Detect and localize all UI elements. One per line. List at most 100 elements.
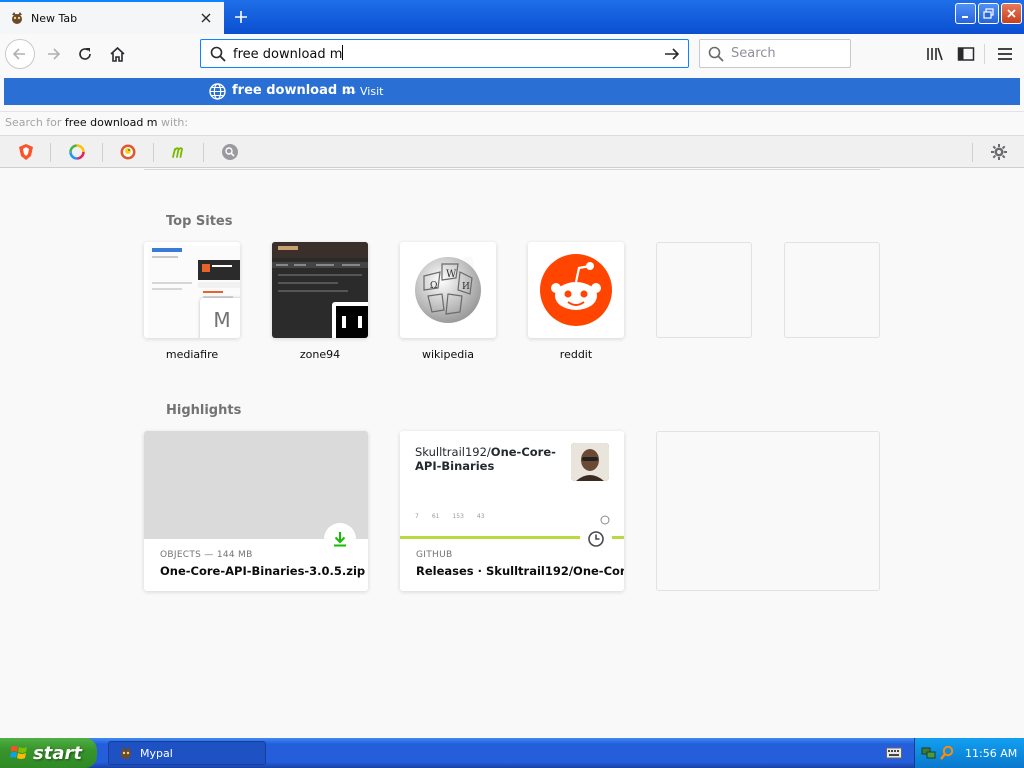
tab-title: New Tab: [31, 11, 78, 25]
reload-button[interactable]: [70, 39, 100, 69]
gear-icon: [991, 144, 1007, 160]
restore-button[interactable]: [978, 3, 999, 24]
one-off-search-header: Search for free download m with:: [0, 111, 1024, 135]
engine-separator: [203, 143, 204, 162]
search-icon: [708, 46, 724, 62]
mypal-favicon-icon: [12, 12, 22, 24]
search-engine-button[interactable]: [219, 141, 241, 163]
svg-text:W: W: [446, 269, 457, 280]
search-for-prefix: Search for: [5, 116, 62, 129]
home-button[interactable]: [102, 39, 132, 69]
go-arrow-icon[interactable]: [661, 43, 683, 65]
download-icon: [324, 523, 356, 555]
taskbar-item-label: Mypal: [140, 746, 173, 760]
windows-taskbar: start Mypal 11:56 AM: [0, 738, 1024, 768]
highlights-heading: Highlights: [166, 403, 242, 418]
suggestion-title: free download m: [232, 83, 356, 98]
highlight-card-github[interactable]: Skulltrail192/One-Core-API-Binaries 7 61…: [400, 431, 624, 591]
svg-text:И: И: [462, 282, 470, 292]
hamburger-menu-icon: [998, 48, 1012, 60]
stat-contributors: 7: [415, 513, 419, 520]
top-site-thumbnail[interactable]: M: [144, 242, 240, 338]
wikipedia-globe-icon: W Ω И: [415, 256, 481, 323]
library-button[interactable]: [922, 41, 948, 67]
url-input[interactable]: free download m: [233, 45, 661, 62]
top-site-thumbnail[interactable]: [528, 242, 624, 338]
tab-new-tab[interactable]: New Tab: [0, 0, 224, 34]
home-icon: [109, 46, 125, 62]
search-bar[interactable]: [699, 39, 851, 68]
globe-icon: [209, 83, 226, 100]
highlight-empty-slot: [656, 431, 880, 591]
qwant-icon: [69, 144, 85, 160]
new-tab-button[interactable]: [228, 4, 254, 30]
taskbar-item-mypal[interactable]: Mypal: [108, 741, 266, 765]
highlight-context: GITHUB: [416, 550, 453, 560]
stat-stars: 153: [452, 513, 464, 520]
start-button[interactable]: start: [0, 738, 97, 768]
navigation-toolbar: free download m: [0, 34, 1024, 74]
mediafire-letter-badge: M: [200, 298, 240, 338]
top-site-thumbnail[interactable]: [272, 242, 368, 338]
engine-separator: [50, 143, 51, 162]
sidebar-toggle-button[interactable]: [953, 41, 979, 67]
magnifier-circle-icon: [222, 144, 238, 160]
zone94-favicon-badge: [332, 302, 368, 338]
stat-forks: 43: [476, 513, 485, 520]
duckduckgo-icon: [120, 144, 136, 160]
top-site-mediafire[interactable]: M mediafire: [144, 242, 240, 361]
url-bar[interactable]: free download m: [200, 39, 689, 68]
close-window-button[interactable]: [1001, 3, 1022, 24]
url-input-value: free download m: [233, 47, 343, 62]
top-site-label: zone94: [299, 348, 341, 361]
new-tab-page: Top Sites M mediafire zone94 W Ω И wikip…: [0, 169, 1024, 738]
network-icon[interactable]: [921, 745, 937, 761]
top-site-empty-slot: [784, 242, 880, 338]
brave-engine-button[interactable]: [15, 141, 37, 163]
search-icon: [210, 46, 226, 62]
title-bar: New Tab: [0, 0, 1024, 34]
library-icon: [927, 47, 943, 61]
empty-tile: [656, 242, 752, 338]
repo-owner: Skulltrail192/: [415, 445, 491, 459]
windows-flag-icon: [10, 746, 27, 759]
one-off-search-engines: [0, 135, 1024, 168]
url-suggestion-row[interactable]: free download m — Visit: [4, 78, 1020, 105]
back-button[interactable]: [5, 39, 35, 69]
mypal-app-icon: [121, 747, 131, 759]
back-arrow-icon: [12, 48, 25, 60]
mojeek-engine-button[interactable]: [168, 141, 190, 163]
window-controls: [955, 3, 1022, 24]
reddit-snoo-icon: [540, 254, 612, 326]
top-site-empty-slot: [656, 242, 752, 338]
highlight-context: OBJECTS — 144 MB: [160, 550, 253, 560]
system-tray: 11:56 AM: [914, 738, 1024, 768]
suggestion-action-label: Visit: [360, 85, 384, 98]
sidebar-icon: [957, 47, 975, 61]
minimize-button[interactable]: [955, 3, 976, 24]
reload-icon: [79, 48, 91, 60]
highlight-card-download[interactable]: OBJECTS — 144 MB One-Core-API-Binaries-3…: [144, 431, 368, 591]
clock-icon: [580, 523, 612, 555]
top-site-thumbnail[interactable]: W Ω И: [400, 242, 496, 338]
tab-close-icon[interactable]: [196, 8, 216, 28]
search-input[interactable]: [731, 46, 841, 61]
empty-tile: [784, 242, 880, 338]
top-site-reddit[interactable]: reddit: [528, 242, 624, 361]
duckduckgo-engine-button[interactable]: [117, 141, 139, 163]
magnifier-tray-icon[interactable]: [939, 745, 955, 761]
stat-issues: 61: [431, 513, 440, 520]
qwant-engine-button[interactable]: [66, 141, 88, 163]
mojeek-icon: [172, 147, 183, 158]
highlight-title: One-Core-API-Binaries-3.0.5.zip: [160, 564, 366, 578]
text-caret: [342, 45, 344, 60]
forward-button[interactable]: [38, 39, 68, 69]
keyboard-language-icon[interactable]: [886, 746, 902, 760]
top-site-label: wikipedia: [421, 348, 474, 361]
divider: [144, 169, 880, 170]
brave-lion-icon: [19, 144, 33, 160]
menu-button[interactable]: [992, 41, 1018, 67]
top-site-wikipedia[interactable]: W Ω И wikipedia: [400, 242, 496, 361]
search-settings-button[interactable]: [988, 141, 1010, 163]
top-site-zone94[interactable]: zone94: [272, 242, 368, 361]
